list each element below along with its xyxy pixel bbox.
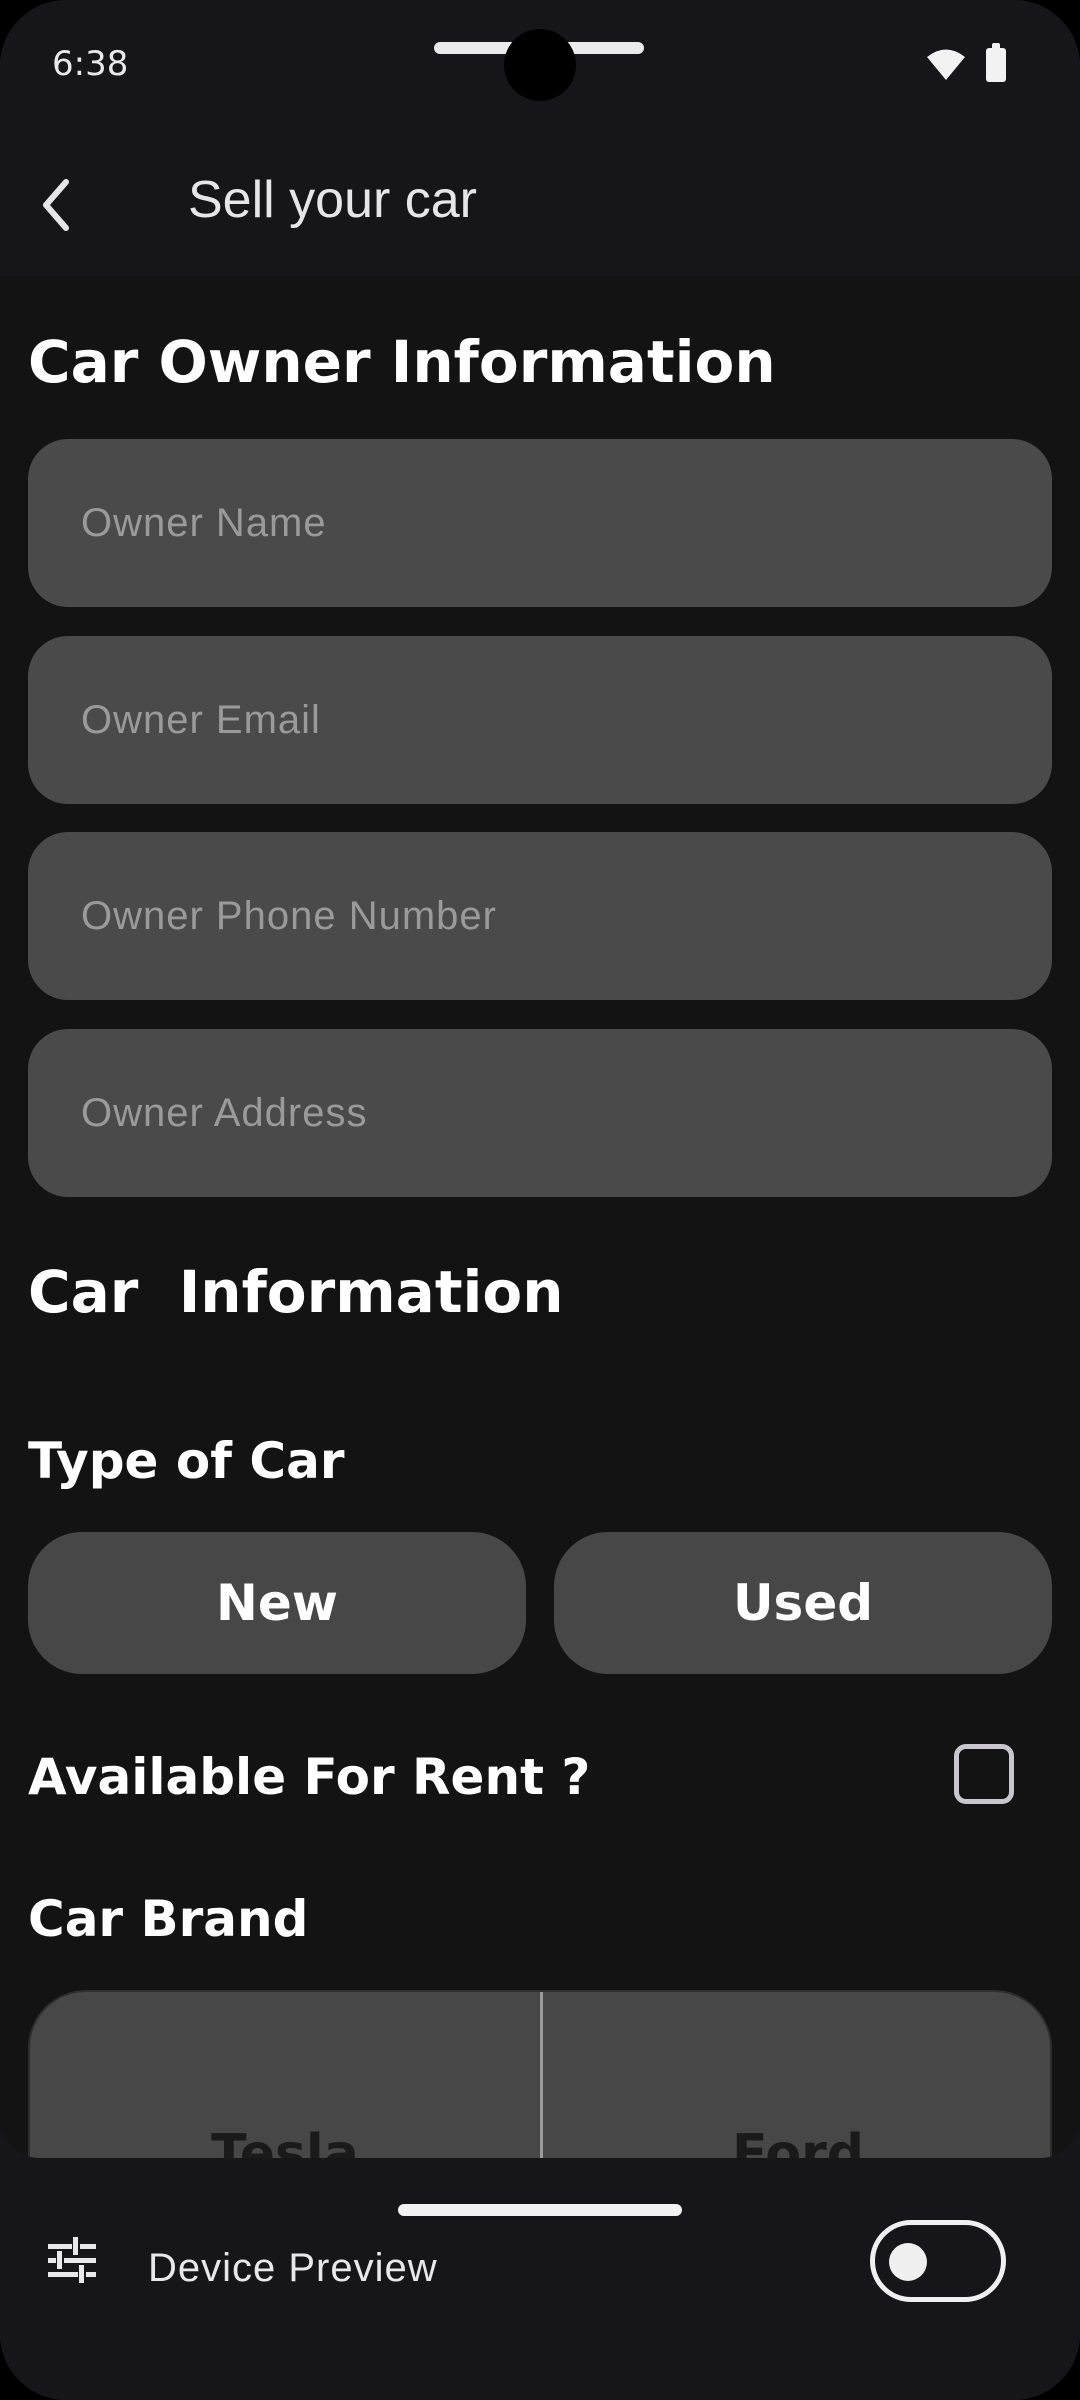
car-brand-label: Car Brand <box>28 1890 309 1948</box>
back-arrow-icon[interactable] <box>36 174 80 236</box>
car-type-new-button[interactable]: New <box>28 1532 526 1674</box>
owner-phone-input[interactable] <box>28 832 1052 1000</box>
available-for-rent-label: Available For Rent ? <box>28 1748 591 1806</box>
available-for-rent-checkbox[interactable] <box>954 1744 1014 1804</box>
car-section-heading-text: Car Information <box>28 1258 564 1326</box>
brand-option-ford[interactable]: Ford <box>543 1992 1050 2158</box>
owner-address-input[interactable] <box>28 1029 1052 1197</box>
page-title: Sell your car <box>188 171 477 229</box>
type-of-car-label: Type of Car <box>28 1432 345 1490</box>
brand-option-label: Ford <box>731 2124 864 2158</box>
owner-email-input[interactable] <box>28 636 1052 804</box>
owner-section-heading: Car Owner Information <box>28 328 776 396</box>
app-bar: Sell your car <box>0 130 1080 276</box>
home-indicator[interactable] <box>398 2204 682 2216</box>
toggle-knob <box>889 2243 927 2281</box>
owner-name-input[interactable] <box>28 439 1052 607</box>
car-section-heading: Car Information <box>28 1258 564 1326</box>
device-preview-bar: Device Preview <box>0 2158 1080 2400</box>
car-brand-selector: Tesla Ford <box>28 1990 1052 2158</box>
owner-address-field[interactable] <box>28 1029 1052 1197</box>
status-time: 6:38 <box>52 44 129 84</box>
battery-icon <box>986 43 1006 82</box>
owner-phone-field[interactable] <box>28 832 1052 1000</box>
car-type-used-button[interactable]: Used <box>554 1532 1052 1674</box>
camera-cutout <box>504 29 576 101</box>
wifi-icon <box>927 49 965 80</box>
owner-email-field[interactable] <box>28 636 1052 804</box>
device-preview-label: Device Preview <box>148 2246 438 2290</box>
tune-settings-icon[interactable] <box>46 2236 98 2284</box>
brand-option-label: Tesla <box>211 2124 359 2158</box>
brand-option-tesla[interactable]: Tesla <box>30 1992 540 2158</box>
device-frame: 6:38 Sell your car Car Owner Information <box>0 0 1080 2400</box>
status-bar: 6:38 <box>0 0 1080 130</box>
app-screen: 6:38 Sell your car Car Owner Information <box>0 0 1080 2158</box>
owner-name-field[interactable] <box>28 439 1052 607</box>
device-preview-toggle[interactable] <box>870 2220 1006 2302</box>
